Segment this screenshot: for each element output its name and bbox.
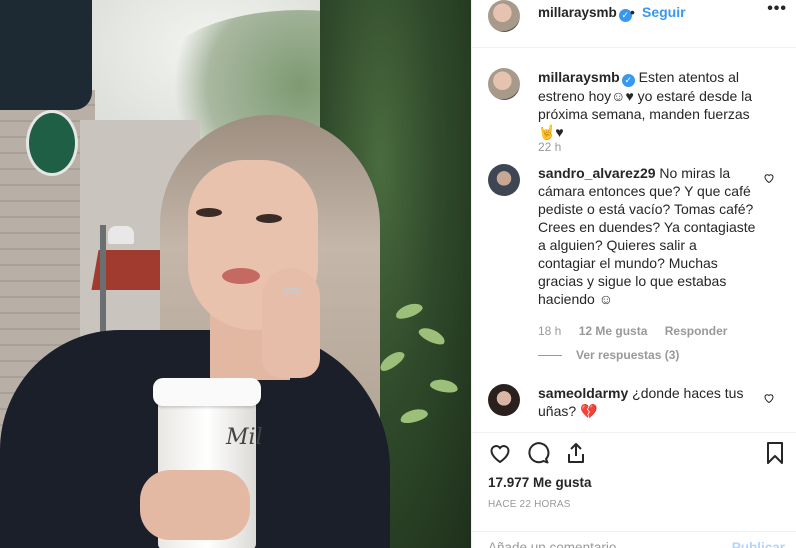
comments-list[interactable]: millaraysmb ✓ Esten atentos al estreno ho… [472,58,796,432]
comment-body: sameoldarmy ¿donde haces tus uñas? 💔 [538,384,758,420]
caption-time[interactable]: 22 h [538,140,561,154]
photo-awning [0,0,92,110]
comment-body: sandro_alvarez29 No miras la cámara ento… [538,164,758,308]
add-comment-bar: Publicar [472,531,796,548]
photo-cup-lid [153,378,261,406]
commenter-avatar[interactable] [488,164,520,196]
reply-button[interactable]: Responder [665,324,728,338]
author-username-text[interactable]: millaraysmb [538,5,617,20]
verified-badge-icon: ✓ [621,74,635,87]
photo-lamp-head [108,226,134,244]
comment-bubble-icon[interactable] [526,441,550,465]
photo-eye-left [196,208,222,217]
photo-fingers [140,470,250,540]
view-replies-button[interactable]: Ver respuestas (3) [538,348,679,362]
caption: millaraysmb ✓ Esten atentos al estreno ho… [488,68,783,158]
post-actions: 17.977 Me gusta HACE 22 HORAS Publicar [472,432,796,548]
caption-username[interactable]: millaraysmb [538,69,620,85]
comment-likes[interactable]: 12 Me gusta [579,324,648,338]
instagram-post-frame: Mil millaraysmb ✓ • Seguir ••• millaraysm… [0,0,796,548]
photo-eye-right [256,214,282,223]
post-timestamp[interactable]: HACE 22 HORAS [488,499,571,510]
comment-time[interactable]: 18 h [538,324,561,338]
comment-text: No miras la cámara entonces que? Y que c… [538,165,756,307]
commenter-username[interactable]: sandro_alvarez29 [538,165,656,181]
comment-meta: 18 h 12 Me gusta Responder [538,324,741,338]
caption-meta: 22 h [538,140,575,154]
share-upload-icon[interactable] [564,441,588,465]
author-avatar[interactable] [488,0,520,32]
photo-lips [222,268,260,284]
caption-body: millaraysmb ✓ Esten atentos al estreno ho… [538,68,758,141]
caption-avatar[interactable] [488,68,520,100]
photo-hand [262,268,320,378]
header-separator-dot: • [630,4,635,20]
like-heart-icon[interactable] [488,441,512,465]
post-header: millaraysmb ✓ • Seguir ••• [472,0,796,48]
photo-cup-text: Mil [226,425,263,450]
comment-item: sameoldarmy ¿donde haces tus uñas? 💔 [488,384,783,432]
commenter-avatar[interactable] [488,384,520,416]
view-replies-label[interactable]: Ver respuestas (3) [576,348,679,362]
comment-item: sandro_alvarez29 No miras la cámara ento… [488,164,783,364]
like-comment-heart-icon[interactable] [763,392,775,404]
publish-button[interactable]: Publicar [732,540,785,548]
photo-store-sign [26,110,78,176]
follow-button[interactable]: Seguir [642,4,686,20]
comment-input[interactable] [488,540,728,548]
post-photo[interactable]: Mil [0,0,471,548]
photo-ring [283,288,301,294]
replies-line [538,355,562,357]
post-side-panel: millaraysmb ✓ • Seguir ••• millaraysmb ✓ E… [471,0,796,548]
author-username[interactable]: millaraysmb ✓ [538,5,632,22]
commenter-username[interactable]: sameoldarmy [538,385,628,401]
likes-count[interactable]: 17.977 Me gusta [488,475,592,490]
photo-lamp-post [100,225,106,335]
more-options-icon[interactable]: ••• [767,0,787,18]
like-comment-heart-icon[interactable] [763,172,775,184]
save-bookmark-icon[interactable] [763,441,787,465]
